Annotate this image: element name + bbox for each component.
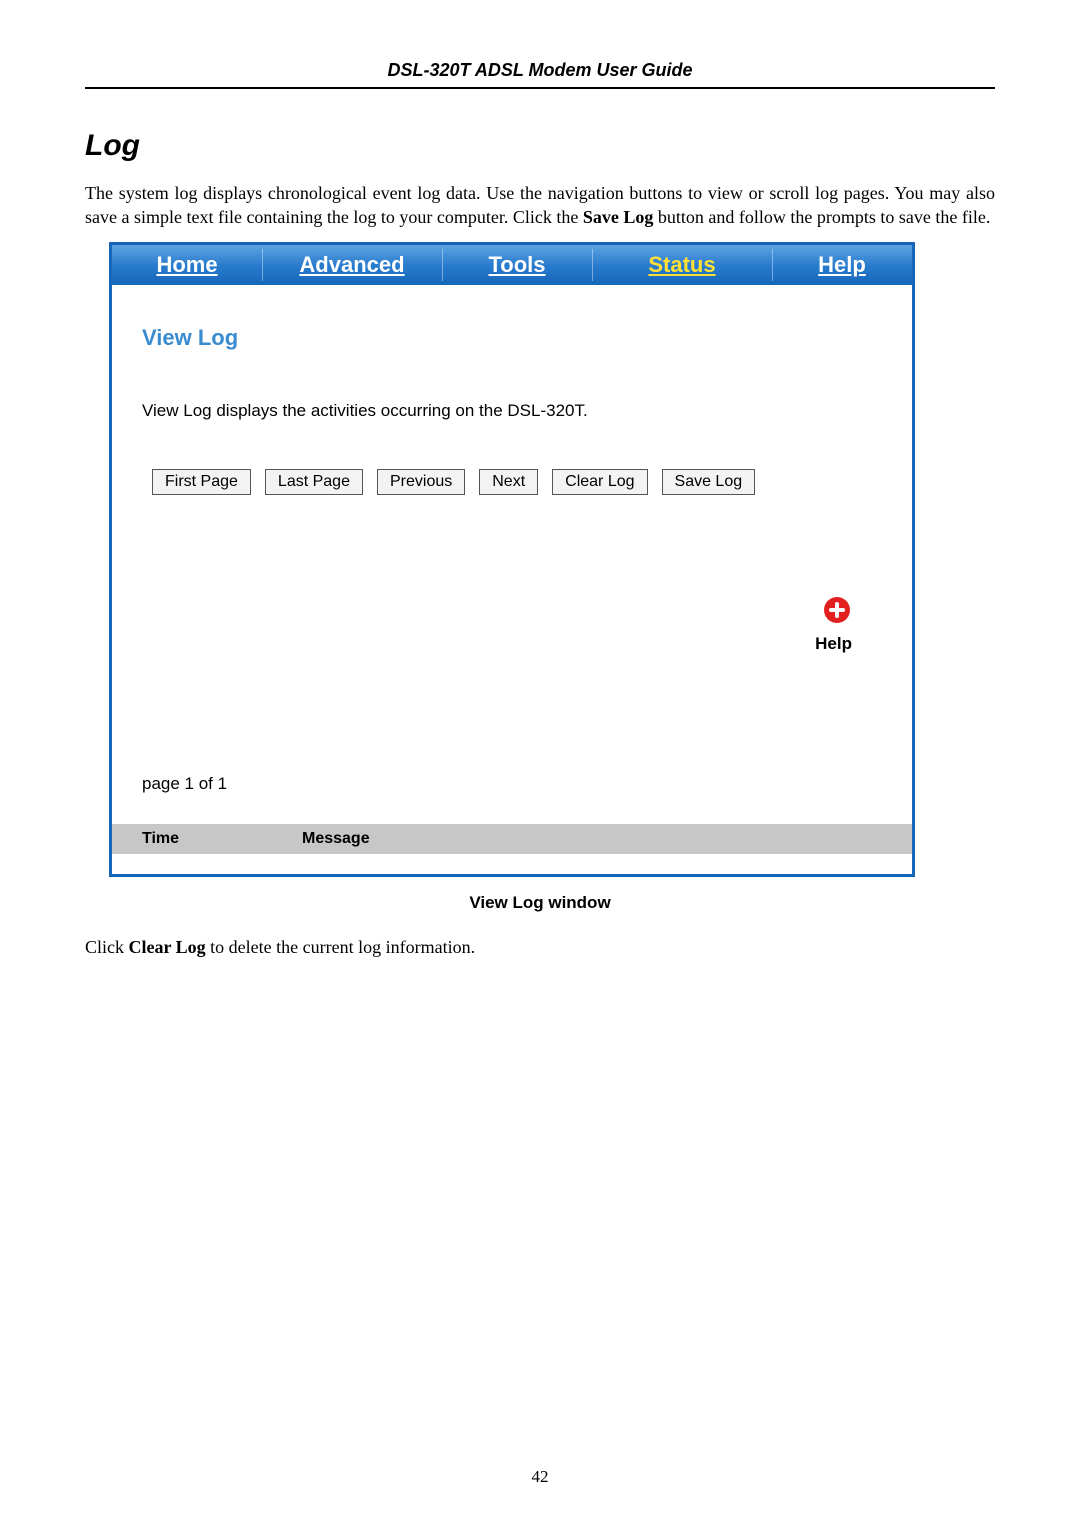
footer-text-pre: Click [85,937,129,957]
router-window: Home Advanced Tools Status Help View Log… [109,242,915,877]
figure-caption: View Log window [85,893,995,913]
tab-advanced[interactable]: Advanced [262,245,442,285]
main-tabs: Home Advanced Tools Status Help [112,245,912,285]
intro-paragraph: The system log displays chronological ev… [85,181,995,230]
footer-paragraph: Click Clear Log to delete the current lo… [85,937,995,958]
last-page-button[interactable]: Last Page [265,469,363,495]
tab-tools[interactable]: Tools [442,245,592,285]
tab-home[interactable]: Home [112,245,262,285]
intro-text-bold: Save Log [583,207,654,227]
help-block: Help [142,595,882,654]
button-row: First Page Last Page Previous Next Clear… [142,469,882,495]
previous-button[interactable]: Previous [377,469,465,495]
panel-title: View Log [142,325,882,351]
column-time: Time [142,830,302,848]
help-plus-icon[interactable] [822,595,852,630]
tab-status[interactable]: Status [592,245,772,285]
log-table-header: Time Message [112,824,912,854]
page-number: 42 [0,1467,1080,1487]
footer-text-post: to delete the current log information. [206,937,475,957]
next-button[interactable]: Next [479,469,538,495]
page-indicator: page 1 of 1 [142,774,882,794]
panel-body: View Log View Log displays the activitie… [112,285,912,874]
doc-header-title: DSL-320T ADSL Modem User Guide [387,60,692,80]
section-heading-log: Log [85,129,995,163]
footer-text-bold: Clear Log [129,937,206,957]
tab-help[interactable]: Help [772,245,912,285]
column-message: Message [302,830,882,848]
help-label: Help [142,634,852,654]
panel-description: View Log displays the activities occurri… [142,401,882,421]
save-log-button[interactable]: Save Log [662,469,756,495]
intro-text-post: button and follow the prompts to save th… [653,207,990,227]
first-page-button[interactable]: First Page [152,469,251,495]
clear-log-button[interactable]: Clear Log [552,469,647,495]
horizontal-rule [85,87,995,89]
